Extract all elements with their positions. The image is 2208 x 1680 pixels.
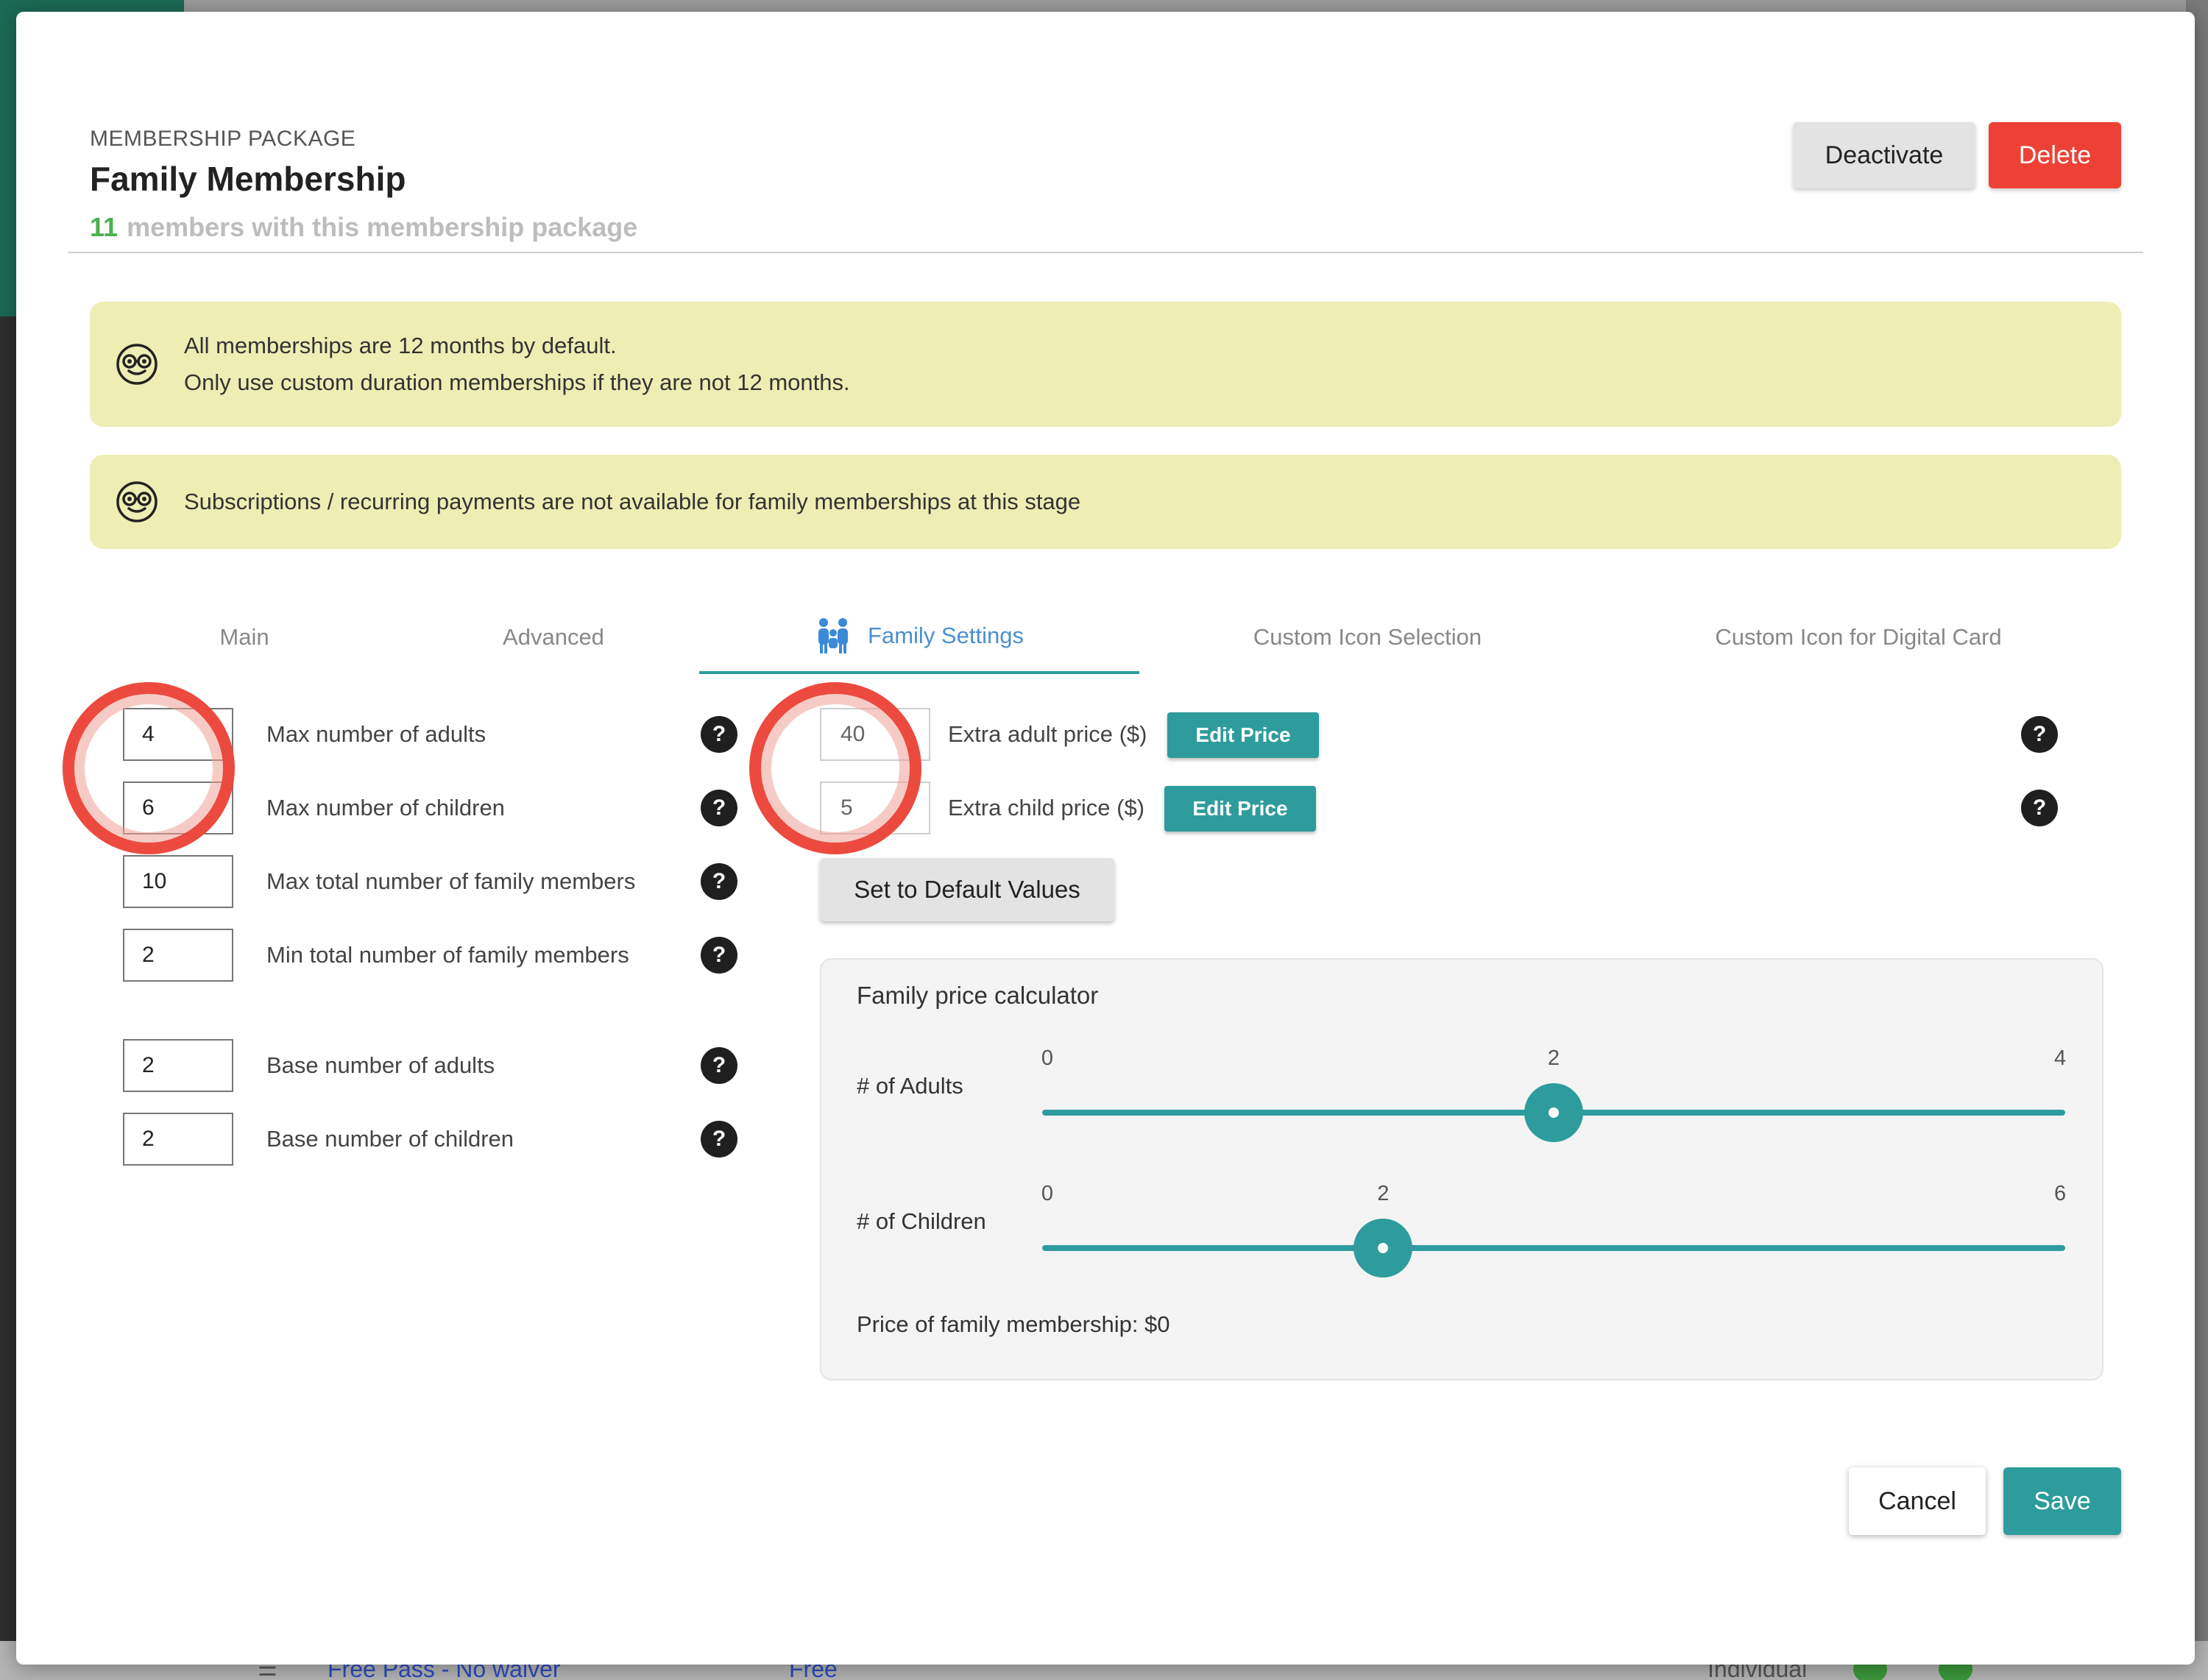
- help-icon[interactable]: ?: [2021, 790, 2058, 826]
- member-count-label: members with this membership package: [127, 212, 638, 242]
- max-total-row: Max total number of family members: [123, 855, 635, 908]
- family-price-result: Price of family membership: $0: [857, 1311, 1170, 1337]
- save-button[interactable]: Save: [2003, 1467, 2121, 1535]
- max-adults-label: Max number of adults: [266, 721, 486, 747]
- base-children-input[interactable]: [123, 1113, 233, 1166]
- tab-main[interactable]: Main: [90, 600, 399, 674]
- tab-bar: Main Advanced Family Settings Custom Ico…: [90, 600, 2121, 674]
- base-children-row: Base number of children: [123, 1113, 514, 1166]
- cancel-button[interactable]: Cancel: [1849, 1467, 1986, 1535]
- edit-child-price-button[interactable]: Edit Price: [1164, 786, 1316, 832]
- tab-family-label: Family Settings: [868, 623, 1024, 648]
- help-icon[interactable]: ?: [701, 716, 737, 753]
- children-slider-value: 2: [1377, 1182, 1390, 1205]
- max-total-label: Max total number of family members: [266, 868, 636, 894]
- help-icon[interactable]: ?: [701, 1047, 737, 1084]
- adults-slider-label: # of Adults: [857, 1073, 963, 1099]
- adults-slider-min: 0: [1041, 1046, 1054, 1070]
- max-children-label: Max number of children: [266, 795, 505, 820]
- base-adults-label: Base number of adults: [266, 1052, 495, 1078]
- duration-notice-line2: Only use custom duration memberships if …: [184, 369, 850, 395]
- base-adults-row: Base number of adults: [123, 1039, 495, 1092]
- page-title: Family Membership: [90, 160, 406, 198]
- header-divider: [68, 252, 2143, 253]
- duration-notice-line1: All memberships are 12 months by default…: [184, 333, 617, 358]
- base-children-label: Base number of children: [266, 1126, 514, 1152]
- family-price-calculator: Family price calculator # of Adults 0 2 …: [820, 958, 2103, 1380]
- children-slider-label: # of Children: [857, 1208, 986, 1234]
- annotation-circle-family-limits: [63, 682, 235, 854]
- help-icon[interactable]: ?: [701, 863, 737, 900]
- min-total-label: Min total number of family members: [266, 942, 629, 968]
- extra-child-price-label: Extra child price ($): [948, 795, 1145, 820]
- tab-custom-icon[interactable]: Custom Icon Selection: [1139, 600, 1596, 674]
- help-icon[interactable]: ?: [701, 1121, 737, 1158]
- duration-notice: All memberships are 12 months by default…: [90, 302, 2121, 427]
- help-icon[interactable]: ?: [701, 937, 737, 974]
- help-icon[interactable]: ?: [701, 790, 737, 826]
- family-icon: [818, 618, 849, 653]
- member-count-text: 11 members with this membership package: [90, 212, 637, 243]
- adults-slider[interactable]: 0 2 4: [1041, 1046, 2066, 1142]
- tab-digital-card[interactable]: Custom Icon for Digital Card: [1596, 600, 2121, 674]
- tab-family-settings[interactable]: Family Settings: [699, 600, 1139, 674]
- extra-adult-price-label: Extra adult price ($): [948, 721, 1147, 747]
- children-slider-track[interactable]: [1042, 1245, 2065, 1251]
- adults-slider-value: 2: [1547, 1046, 1560, 1070]
- membership-modal: MEMBERSHIP PACKAGE Family Membership 11 m…: [16, 12, 2195, 1665]
- tab-advanced[interactable]: Advanced: [399, 600, 708, 674]
- subscription-notice: Subscriptions / recurring payments are n…: [90, 455, 2121, 549]
- min-total-input[interactable]: [123, 929, 233, 982]
- adults-slider-thumb[interactable]: [1524, 1083, 1583, 1142]
- min-total-row: Min total number of family members: [123, 929, 629, 982]
- modal-eyebrow: MEMBERSHIP PACKAGE: [90, 127, 356, 151]
- background-top-bar: [0, 0, 2208, 12]
- calculator-title: Family price calculator: [857, 982, 1099, 1009]
- subscription-notice-text: Subscriptions / recurring payments are n…: [184, 489, 1081, 514]
- children-slider-min: 0: [1041, 1182, 1054, 1205]
- member-count: 11: [90, 212, 118, 242]
- duration-notice-text: All memberships are 12 months by default…: [184, 327, 850, 401]
- deactivate-button[interactable]: Deactivate: [1793, 122, 1975, 188]
- help-icon[interactable]: ?: [2021, 716, 2058, 753]
- set-default-values-button[interactable]: Set to Default Values: [820, 858, 1114, 921]
- children-slider[interactable]: 0 2 6: [1041, 1182, 2066, 1277]
- delete-button[interactable]: Delete: [1989, 122, 2121, 188]
- nerd-face-icon: [116, 481, 158, 522]
- edit-adult-price-button[interactable]: Edit Price: [1167, 712, 1319, 758]
- base-adults-input[interactable]: [123, 1039, 233, 1092]
- children-slider-max: 6: [2053, 1182, 2067, 1205]
- annotation-circle-extra-prices: [749, 682, 921, 854]
- max-total-input[interactable]: [123, 855, 233, 908]
- adults-slider-max: 4: [2053, 1046, 2067, 1070]
- children-slider-thumb[interactable]: [1354, 1219, 1413, 1277]
- nerd-face-icon: [116, 344, 158, 385]
